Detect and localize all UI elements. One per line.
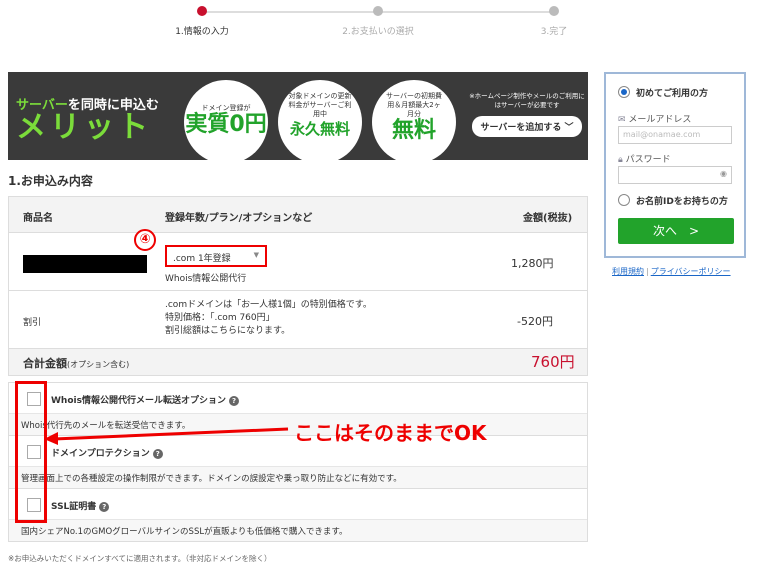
- header-plan: 登録年数/プラン/オプションなど: [165, 213, 313, 224]
- step-3: 3.完了: [494, 6, 614, 37]
- terms-link[interactable]: 利用規約: [612, 267, 644, 276]
- circle3-small: サーバーの初期費用＆月額最大2ヶ月分: [386, 92, 442, 118]
- banner-headline: サーバーを同時に申込む メリット: [16, 94, 176, 145]
- privacy-link[interactable]: プライバシーポリシー: [651, 267, 731, 276]
- plan-select[interactable]: .com 1年登録 ▼: [165, 245, 267, 267]
- domain-protection-desc: 管理画面上での各種設定の操作制限ができます。ドメインの誤設定や乗っ取り防止などに…: [21, 474, 402, 484]
- ssl-name: SSL証明書: [51, 502, 97, 512]
- login-panel: 初めてご利用の方 ✉ メールアドレス mail@onamae.com 🔒︎ パス…: [604, 72, 746, 258]
- progress-steps: 1.情報の入力 2.お支払いの選択 3.完了: [160, 6, 580, 40]
- order-table: 商品名 登録年数/プラン/オプションなど 金額(税抜) .com 1年登録 ▼ …: [8, 196, 588, 376]
- step-1-label: 1.情報の入力: [175, 27, 229, 37]
- banner-circle-server: サーバーの初期費用＆月額最大2ヶ月分 無料: [372, 80, 456, 160]
- step-2-label: 2.お支払いの選択: [342, 27, 414, 37]
- step-3-label: 3.完了: [540, 27, 568, 37]
- ssl-desc: 国内シェアNo.1のGMOグローバルサインのSSLが直販よりも低価格で購入できま…: [21, 527, 348, 537]
- first-time-label: 初めてご利用の方: [636, 89, 709, 99]
- discount-line-2: 特別価格：「.com 760円」: [165, 313, 275, 323]
- discount-row: 割引 .comドメインは「お一人様1個」の特別価格です。 特別価格：「.com …: [9, 291, 587, 349]
- circle1-big: 実質0円: [185, 112, 267, 137]
- option-name: SSL証明書?: [51, 499, 110, 512]
- banner-circle-renewal: 対象ドメインの更新料金がサーバーご利用中 永久無料: [278, 80, 362, 160]
- footer-links: 利用規約 | プライバシーポリシー: [612, 267, 731, 276]
- email-input[interactable]: mail@onamae.com: [618, 126, 732, 144]
- whois-forward-name: Whois情報公開代行メール転送オプション: [51, 396, 226, 406]
- has-id-label: お名前IDをお持ちの方: [636, 197, 728, 207]
- banner-note: ※ホームページ制作やメールのご利用にはサーバーが必要です: [469, 92, 585, 109]
- dropdown-arrow-icon: ▼: [253, 251, 259, 259]
- annotation-highlight-box: [15, 381, 47, 523]
- step-1: 1.情報の入力: [142, 6, 262, 37]
- domain-protection-name: ドメインプロテクション: [51, 449, 150, 459]
- email-label: ✉ メールアドレス: [618, 112, 691, 125]
- header-amount: 金額(税抜): [523, 213, 573, 224]
- has-id-radio[interactable]: [618, 194, 630, 206]
- discount-label: 割引: [23, 318, 42, 328]
- total-label-text: 合計金額: [23, 357, 67, 370]
- help-icon[interactable]: ?: [152, 449, 163, 459]
- header-product: 商品名: [23, 213, 53, 224]
- annotation-arrow-icon: [44, 427, 289, 445]
- eye-icon[interactable]: ◉: [720, 169, 727, 178]
- option-ssl: SSL証明書? 国内シェアNo.1のGMOグローバルサインのSSLが直販よりも低…: [9, 489, 587, 541]
- step-1-dot: [197, 6, 207, 16]
- password-label: 🔒︎ パスワード: [618, 152, 671, 165]
- total-price: 760円: [531, 353, 575, 371]
- order-item-row: .com 1年登録 ▼ Whois情報公開代行 1,280円: [9, 233, 587, 291]
- footnote: ※お申込みいただくドメインすべてに適用されます。（非対応ドメインを除く）: [8, 554, 272, 563]
- step-3-dot: [549, 6, 559, 16]
- add-server-button-label: サーバーを追加する: [480, 123, 562, 133]
- step-2: 2.お支払いの選択: [318, 6, 438, 37]
- circle2-big: 永久無料: [289, 120, 350, 138]
- chevron-down-icon: ﹀: [564, 123, 574, 133]
- option-name: ドメインプロテクション?: [51, 446, 163, 459]
- item-price: 1,280円: [511, 257, 554, 270]
- password-input[interactable]: ◉: [618, 166, 732, 184]
- section-title: 1.お申込み内容: [8, 174, 93, 188]
- banner-line2: メリット: [16, 110, 152, 145]
- plan-select-value: .com 1年登録: [173, 254, 231, 264]
- first-time-radio[interactable]: [618, 86, 630, 98]
- circle3-big: 無料: [391, 118, 436, 143]
- order-table-header: 商品名 登録年数/プラン/オプションなど 金額(税抜): [9, 197, 587, 233]
- total-note: (オプション含む): [67, 360, 130, 369]
- lock-icon: 🔒︎: [618, 155, 623, 165]
- circle2-small: 対象ドメインの更新料金がサーバーご利用中: [288, 92, 352, 118]
- options-table: Whois情報公開代行メール転送オプション? Whois代行先のメールを転送受信…: [8, 382, 588, 542]
- banner-right: ※ホームページ制作やメールのご利用にはサーバーが必要です サーバーを追加する ﹀: [468, 92, 586, 137]
- total-label: 合計金額(オプション含む): [23, 355, 129, 371]
- annotation-text: ここはそのままでOK: [294, 421, 487, 445]
- help-icon[interactable]: ?: [228, 396, 239, 406]
- help-icon[interactable]: ?: [99, 502, 110, 512]
- discount-price: -520円: [517, 315, 553, 328]
- discount-line-1: .comドメインは「お一人様1個」の特別価格です。: [165, 300, 372, 310]
- whois-subtext: Whois情報公開代行: [165, 274, 247, 284]
- server-merit-banner[interactable]: サーバーを同時に申込む メリット ドメイン登録が 実質0円 対象ドメインの更新料…: [8, 72, 588, 160]
- password-label-text: パスワード: [625, 155, 671, 165]
- step-2-dot: [373, 6, 383, 16]
- discount-text: .comドメインは「お一人様1個」の特別価格です。 特別価格：「.com 760…: [165, 299, 372, 338]
- total-row: 合計金額(オプション含む) 760円: [9, 349, 587, 375]
- add-server-button[interactable]: サーバーを追加する ﹀: [472, 116, 582, 137]
- redacted-domain-name: [23, 255, 147, 273]
- discount-line-3: 割引総額はこちらになります。: [165, 326, 291, 336]
- banner-circle-domain: ドメイン登録が 実質0円: [184, 80, 268, 160]
- option-name: Whois情報公開代行メール転送オプション?: [51, 393, 239, 406]
- email-label-text: メールアドレス: [628, 115, 692, 125]
- annotation-number-badge: ④: [134, 229, 156, 251]
- mail-icon: ✉: [618, 115, 626, 125]
- next-button[interactable]: 次へ >: [618, 218, 734, 244]
